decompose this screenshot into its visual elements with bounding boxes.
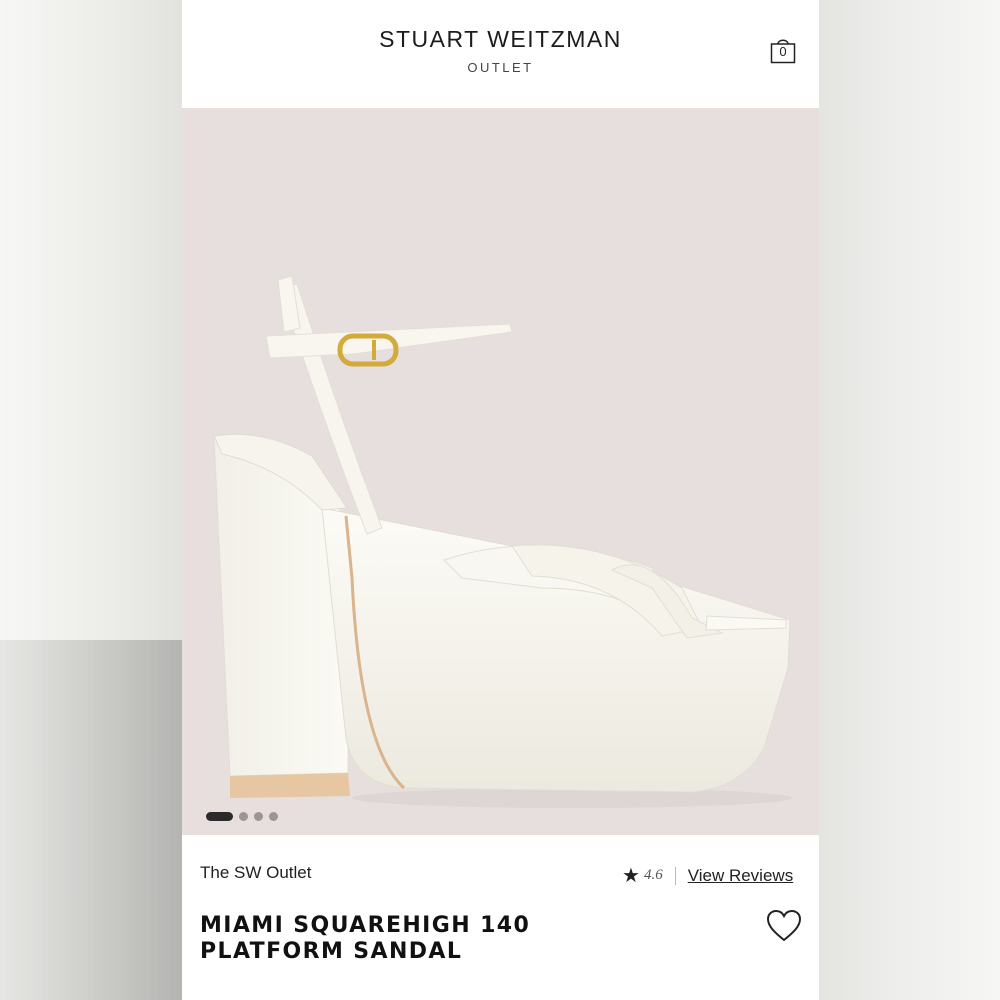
store-name[interactable]: The SW Outlet xyxy=(200,863,311,883)
rating-value: 4.6 xyxy=(643,867,663,883)
carousel-dot-3[interactable] xyxy=(254,811,263,821)
view-reviews-link[interactable]: View Reviews xyxy=(688,866,794,886)
product-title-line-1: MIAMI SQUAREHIGH 140 xyxy=(200,913,531,938)
carousel-dot-2[interactable] xyxy=(239,811,248,821)
rating-divider xyxy=(674,866,676,885)
brand-logo[interactable]: STUART WEITZMAN xyxy=(182,26,819,53)
product-info: The SW Outlet ★ 4.6 View Reviews MIAMI S… xyxy=(182,835,819,1000)
heart-icon xyxy=(766,909,802,942)
product-image-carousel[interactable] xyxy=(182,108,819,835)
star-icon: ★ xyxy=(622,865,640,887)
brand-subtitle: OUTLET xyxy=(467,60,534,75)
background-left xyxy=(0,0,182,1000)
product-image xyxy=(213,275,792,808)
background-right xyxy=(819,0,1000,1000)
shopping-bag-button[interactable]: 0 xyxy=(770,36,796,64)
carousel-dots xyxy=(206,811,278,821)
product-title-line-2: PLATFORM SANDAL xyxy=(200,939,463,964)
carousel-dot-4[interactable] xyxy=(269,811,278,821)
rating-row: ★ 4.6 View Reviews xyxy=(622,863,793,888)
app-screen: STUART WEITZMAN OUTLET 0 The SW Outlet ★… xyxy=(182,0,819,1000)
favorite-button[interactable] xyxy=(766,909,802,943)
product-title: MIAMI SQUAREHIGH 140 PLATFORM SANDAL xyxy=(200,913,640,965)
bag-count: 0 xyxy=(779,44,787,59)
header: STUART WEITZMAN OUTLET 0 xyxy=(182,0,819,108)
carousel-dot-1[interactable] xyxy=(206,811,233,821)
